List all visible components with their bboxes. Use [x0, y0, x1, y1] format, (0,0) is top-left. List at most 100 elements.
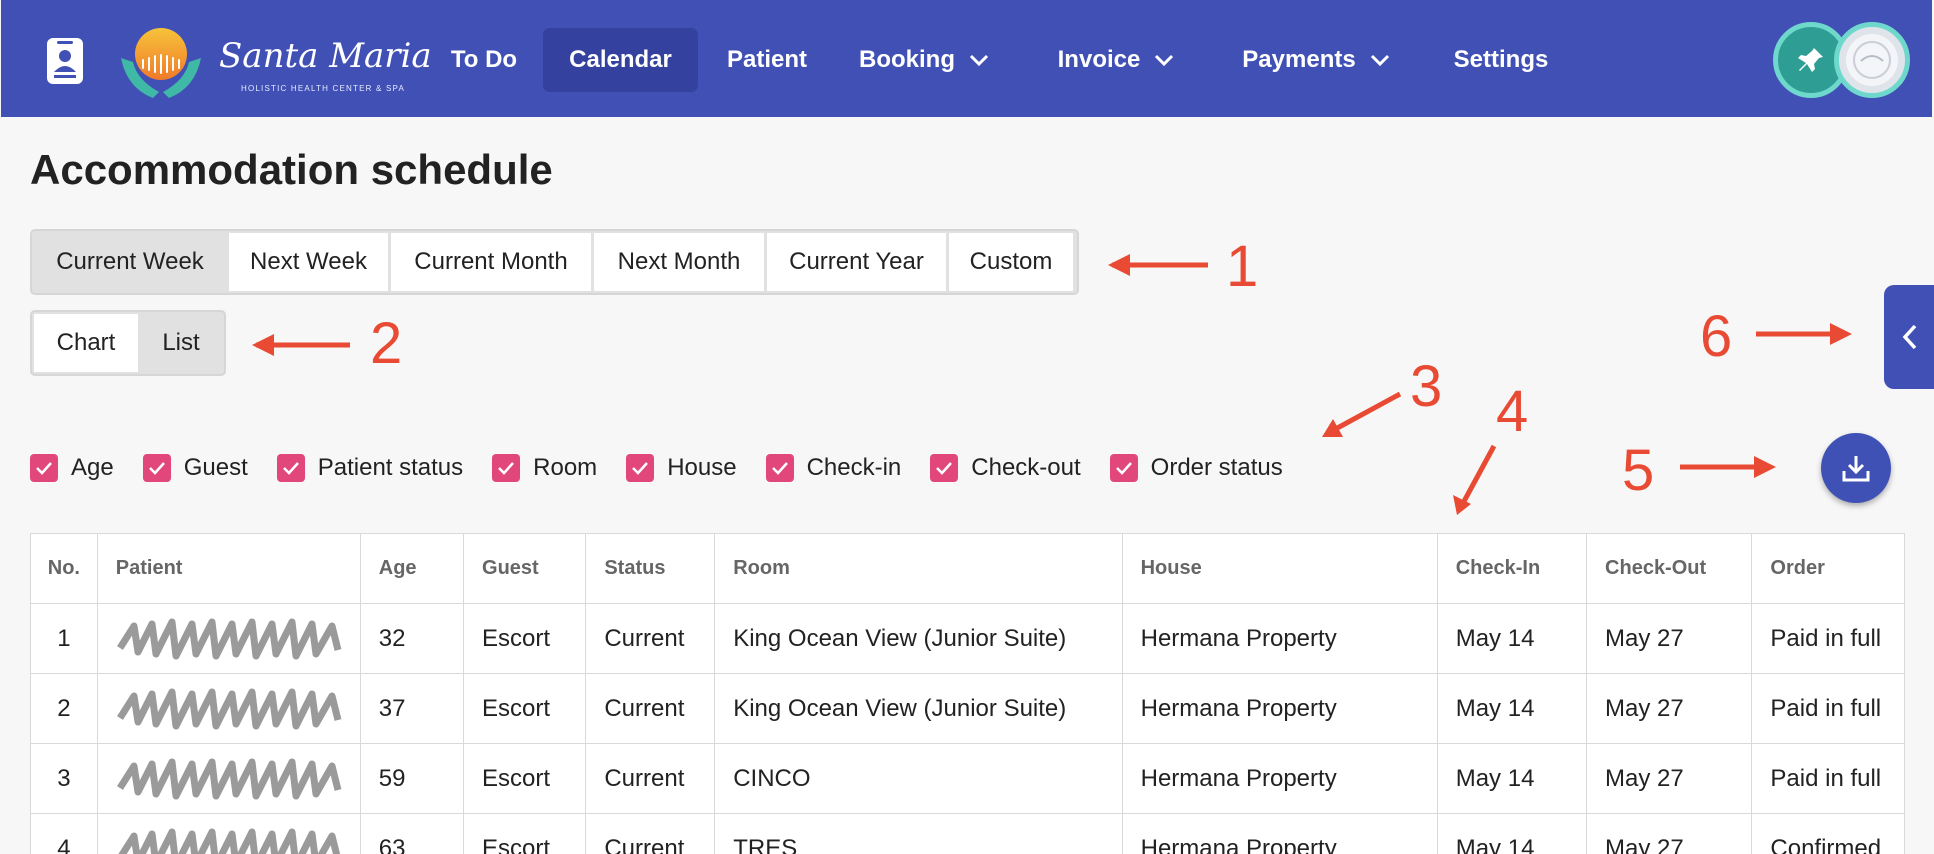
cell-status: Current	[585, 743, 716, 814]
column-filters: Age Guest Patient status Room House Chec…	[30, 454, 1312, 482]
annotation-arrow-3	[1328, 391, 1402, 435]
column-header-no[interactable]: No.	[30, 533, 98, 604]
cell-order: Paid in full	[1751, 603, 1905, 674]
filter-patient-status[interactable]: Patient status	[276, 454, 464, 482]
cell-house: Hermana Property	[1121, 603, 1438, 674]
redaction-scribble	[116, 688, 342, 729]
column-header-guest[interactable]: Guest	[463, 533, 587, 604]
column-header-age[interactable]: Age	[359, 533, 465, 604]
cell-check-in: May 14	[1436, 603, 1588, 674]
cell-guest: Escort	[463, 743, 587, 814]
cell-order: Confirmed	[1751, 813, 1905, 854]
column-header-status[interactable]: Status	[585, 533, 716, 604]
annotation-arrow-4	[1459, 444, 1497, 507]
cell-no: 1	[30, 603, 98, 674]
side-panel-toggle[interactable]	[1884, 285, 1934, 389]
cell-house: Hermana Property	[1121, 743, 1438, 814]
cell-guest: Escort	[463, 813, 587, 854]
download-icon	[1842, 456, 1870, 482]
cell-order: Paid in full	[1751, 743, 1905, 814]
check-icon	[282, 462, 299, 475]
cell-age: 32	[359, 603, 465, 674]
cell-room: King Ocean View (Junior Suite)	[714, 603, 1123, 674]
filter-label: Patient status	[317, 454, 464, 481]
cell-room: CINCO	[714, 743, 1123, 814]
cell-check-in: May 14	[1436, 743, 1588, 814]
cell-age: 37	[359, 673, 465, 744]
filter-label: House	[667, 454, 737, 481]
cell-age: 63	[359, 813, 465, 854]
cell-check-out: May 27	[1586, 603, 1753, 674]
cell-check-out: May 27	[1586, 673, 1753, 744]
filter-age[interactable]: Age	[30, 454, 114, 482]
cell-guest: Escort	[463, 673, 587, 744]
table-row[interactable]: 2 37 Escort Current King Ocean View (Jun…	[30, 673, 1905, 744]
filter-check-in[interactable]: Check-in	[765, 454, 902, 482]
checkbox-checked[interactable]	[142, 454, 171, 482]
checkbox-checked[interactable]	[626, 454, 655, 482]
check-icon	[498, 462, 515, 475]
cell-check-out: May 27	[1586, 743, 1753, 814]
filter-order-status[interactable]: Order status	[1109, 454, 1283, 482]
redaction-scribble	[116, 618, 342, 659]
cell-order: Paid in full	[1751, 673, 1905, 744]
column-header-check-in[interactable]: Check-In	[1436, 533, 1588, 604]
redaction-scribble	[117, 828, 340, 854]
checkbox-checked[interactable]	[1109, 454, 1138, 482]
column-header-patient[interactable]: Patient	[96, 533, 361, 604]
checkbox-checked[interactable]	[765, 454, 794, 482]
annotation-number-6: 6	[1700, 304, 1733, 369]
annotation-number-2: 2	[370, 311, 403, 376]
filter-label: Age	[71, 454, 114, 481]
filter-guest[interactable]: Guest	[142, 454, 248, 482]
filter-label: Check-in	[806, 454, 902, 481]
checkbox-checked[interactable]	[30, 454, 58, 482]
check-icon	[936, 462, 953, 475]
column-header-room[interactable]: Room	[714, 533, 1123, 604]
cell-status: Current	[585, 813, 716, 854]
check-icon	[148, 462, 165, 475]
filter-house[interactable]: House	[626, 454, 737, 482]
cell-house: Hermana Property	[1121, 813, 1438, 854]
filter-label: Order status	[1150, 454, 1283, 481]
checkbox-checked[interactable]	[492, 454, 521, 482]
chevron-left-icon	[1902, 324, 1917, 350]
cell-patient-redacted	[96, 813, 361, 854]
cell-age: 59	[359, 743, 465, 814]
annotation-number-4: 4	[1496, 379, 1529, 444]
cell-check-in: May 14	[1436, 673, 1588, 744]
table-row[interactable]: 1 32 Escort Current King Ocean View (Jun…	[30, 603, 1905, 674]
cell-patient-redacted	[96, 673, 361, 744]
check-icon	[36, 462, 52, 475]
cell-no: 3	[30, 743, 98, 814]
annotation-number-1: 1	[1226, 234, 1259, 299]
redaction-scribble	[116, 758, 342, 799]
check-icon	[1115, 462, 1132, 475]
checkbox-checked[interactable]	[930, 454, 959, 482]
filter-label: Check-out	[971, 454, 1081, 481]
filter-label: Guest	[183, 454, 248, 481]
filter-check-out[interactable]: Check-out	[930, 454, 1081, 482]
column-header-order[interactable]: Order	[1751, 533, 1905, 604]
cell-check-out: May 27	[1586, 813, 1753, 854]
check-icon	[771, 462, 788, 475]
download-button[interactable]	[1821, 433, 1891, 503]
filter-label: Room	[533, 454, 598, 481]
cell-no: 4	[30, 813, 98, 854]
check-icon	[632, 462, 649, 475]
accommodation-table: No. Patient Age Guest Status Room House …	[30, 533, 1905, 854]
filter-room[interactable]: Room	[492, 454, 597, 482]
annotation-number-3: 3	[1410, 354, 1443, 419]
table-row[interactable]: 4 63 Escort Current TRES Hermana Propert…	[30, 813, 1905, 854]
cell-house: Hermana Property	[1121, 673, 1438, 744]
table-header-row: No. Patient Age Guest Status Room House …	[30, 533, 1905, 604]
cell-no: 2	[30, 673, 98, 744]
cell-patient-redacted	[96, 603, 361, 674]
cell-patient-redacted	[96, 743, 361, 814]
cell-room: TRES	[714, 813, 1123, 854]
column-header-house[interactable]: House	[1121, 533, 1438, 604]
column-header-check-out[interactable]: Check-Out	[1586, 533, 1753, 604]
cell-status: Current	[585, 603, 716, 674]
table-row[interactable]: 3 59 Escort Current CINCO Hermana Proper…	[30, 743, 1905, 814]
checkbox-checked[interactable]	[276, 454, 305, 482]
